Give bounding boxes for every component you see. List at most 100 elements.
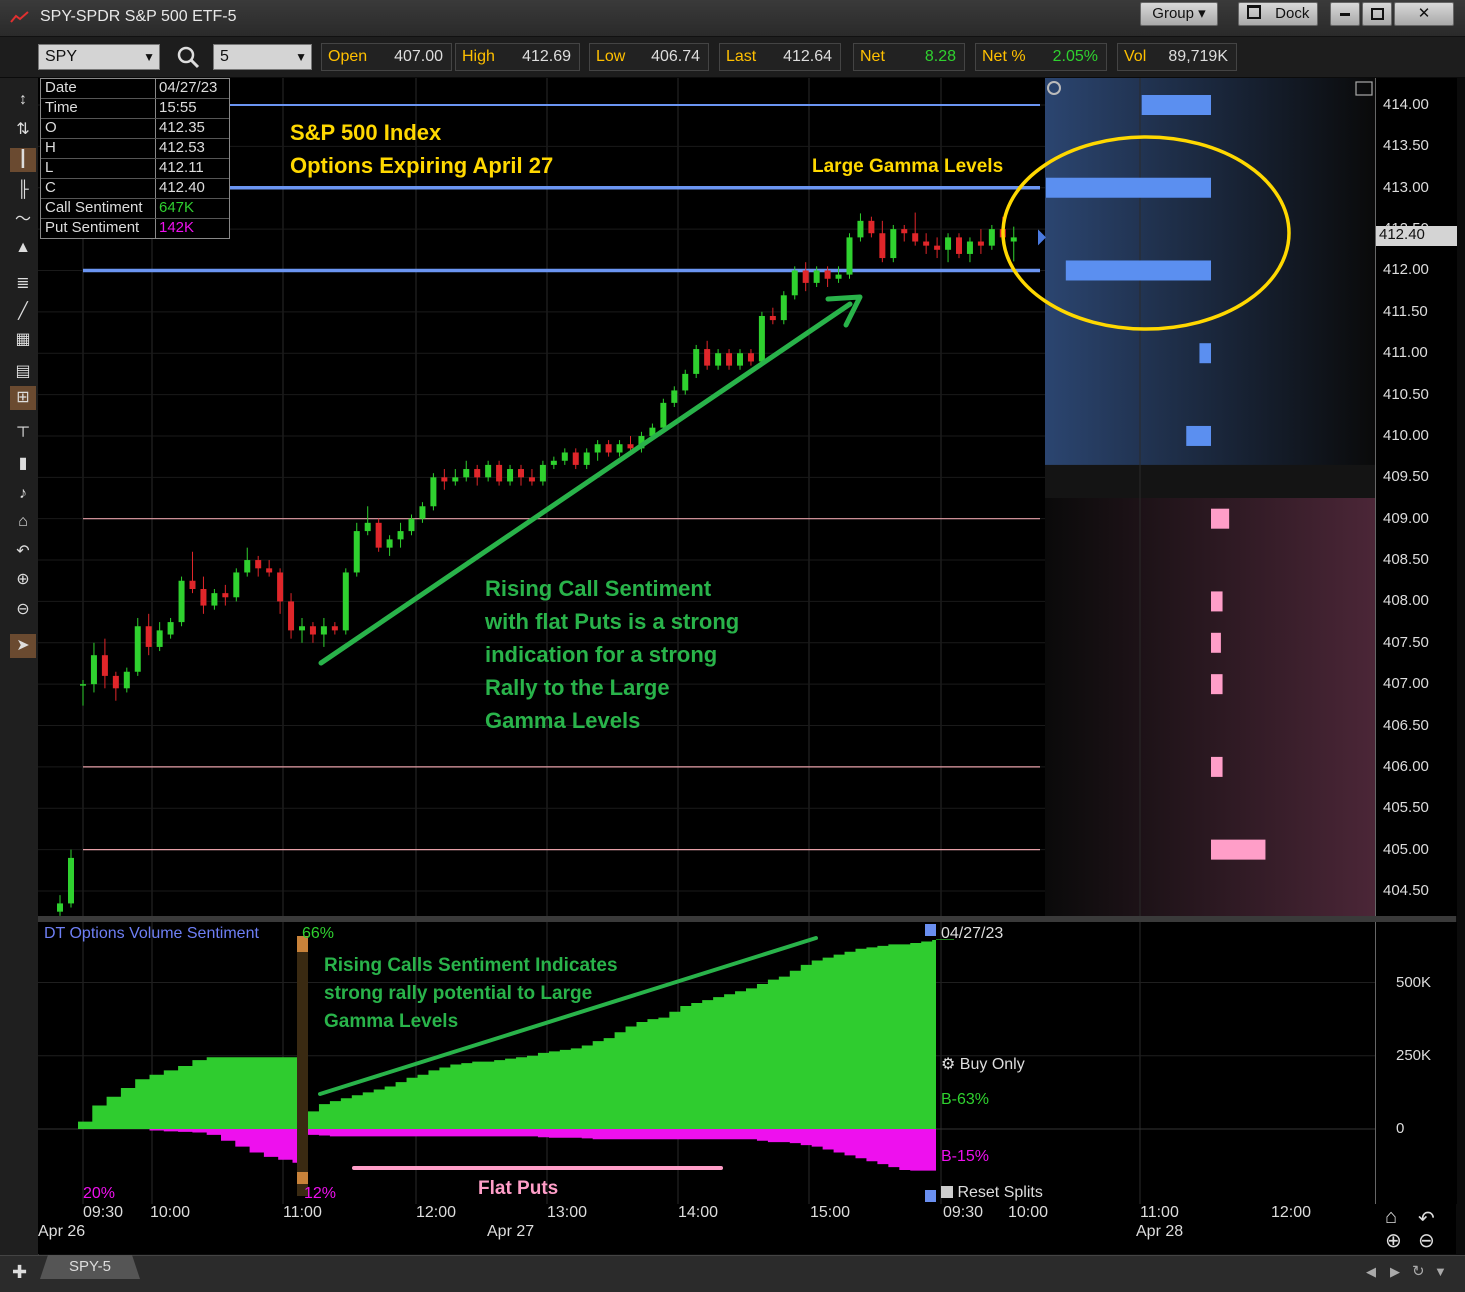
bar-tool-icon[interactable]: ╟ [10, 178, 36, 202]
candle-body [178, 580, 185, 623]
chevron-down-icon[interactable]: ▼ [295, 45, 307, 69]
buy-only-toggle[interactable]: ⚙ Buy Only [941, 1054, 1025, 1074]
pointer-icon[interactable]: ➤ [10, 634, 36, 658]
candle-body [408, 518, 415, 532]
candle-body [945, 237, 952, 250]
candle-body [802, 270, 809, 283]
home-icon[interactable]: ⌂ [1385, 1206, 1397, 1229]
cursor-tool-icon[interactable]: ↕ [10, 88, 36, 112]
sentiment-axis[interactable]: 500K 250K 0 [1375, 922, 1457, 1204]
note-tool-icon[interactable]: ♪ [10, 482, 36, 506]
minimize-button[interactable] [1330, 2, 1360, 26]
search-icon[interactable] [176, 45, 200, 69]
price-chart[interactable] [38, 78, 1375, 916]
mountain-chart-icon[interactable]: ▲ [10, 236, 36, 260]
group-button[interactable]: Group ▾ [1140, 2, 1218, 26]
databox-row: Call Sentiment 647K [41, 199, 229, 219]
zoom-out-icon[interactable]: ⊖ [1418, 1228, 1435, 1253]
symbol-input[interactable]: SPY ▼ [38, 44, 160, 70]
price-tick-label: 408.00 [1383, 592, 1429, 610]
bottom-bar: ✚ ◀ ▶ ↻ ▼ [0, 1255, 1465, 1292]
candle-body [452, 477, 459, 482]
candle-tool-icon[interactable]: ┃ [10, 148, 36, 172]
annotation-line: indication for a strong [485, 642, 718, 667]
quote-bar: SPY ▼ 5 ▼ Open 407.00 High 412.69 Low 406.74 … [0, 37, 1465, 77]
line-chart-icon[interactable]: 〜 [10, 208, 36, 232]
time-axis[interactable]: ⌂ ↶ ⊕ ⊖ 09:30 10:00 11:00 12:00 13:00 14:00 15… [38, 1204, 1456, 1254]
next-tab-icon[interactable]: ▶ [1390, 1264, 1400, 1280]
candle-body [550, 460, 557, 465]
maximize-button[interactable] [1362, 2, 1392, 26]
quote-field: Vol 89,719K [1117, 43, 1237, 71]
close-button[interactable]: ✕ [1394, 2, 1454, 26]
refresh-icon[interactable]: ↻ [1412, 1262, 1425, 1280]
quote-value: 412.69 [522, 48, 571, 65]
candle-body [80, 684, 86, 686]
candle-body [200, 589, 207, 606]
candle-body [561, 452, 568, 461]
price-tick-label: 411.00 [1383, 344, 1428, 362]
flat-puts-label: Flat Puts [478, 1178, 559, 1199]
put-gamma-bar [1211, 508, 1230, 529]
fib-tool-icon[interactable]: ≣ [10, 272, 36, 296]
chevron-down-icon[interactable]: ▼ [1434, 1264, 1447, 1279]
databox-row: C 412.40 [41, 179, 229, 199]
grid-tool-icon[interactable]: ▦ [10, 328, 36, 352]
annotation-line: Gamma Levels [485, 708, 641, 733]
sentiment-chart[interactable] [38, 922, 1375, 1204]
candle-body [112, 675, 119, 689]
annotation-line: strong rally potential to Large [324, 983, 593, 1004]
candle-body [956, 237, 962, 254]
quote-field: Low 406.74 [589, 43, 709, 71]
add-tab-icon[interactable]: ✚ [12, 1262, 27, 1283]
price-chart-panel[interactable] [38, 78, 1375, 916]
dock-button[interactable]: Dock [1238, 2, 1318, 26]
databox-value: 15:55 [159, 99, 197, 116]
candle-body [386, 539, 393, 548]
zoom-out-icon[interactable]: ⊖ [10, 598, 36, 622]
databox-row: H 412.53 [41, 139, 229, 159]
trendline-tool-icon[interactable]: ╱ [10, 300, 36, 324]
marker-tool-icon[interactable]: ▮ [10, 452, 36, 476]
layout-tool-icon[interactable]: ⊞ [10, 386, 36, 410]
undo-icon[interactable]: ↶ [10, 540, 36, 564]
crosshair-tool-icon[interactable]: ⇅ [10, 118, 36, 142]
zoom-in-icon[interactable]: ⊕ [1385, 1228, 1402, 1253]
annotation-line: Gamma Levels [324, 1011, 459, 1032]
hline-tool-icon[interactable]: ┬ [10, 416, 36, 440]
time-tick-label: 10:00 [150, 1204, 191, 1221]
reset-splits-button[interactable]: Reset Splits [941, 1184, 1043, 1202]
candle-body [912, 233, 919, 242]
candle-body [726, 353, 733, 366]
candle-body [320, 626, 327, 635]
zoom-in-icon[interactable]: ⊕ [10, 568, 36, 592]
price-tick-label: 409.50 [1383, 468, 1429, 486]
candle-body [693, 349, 700, 374]
candle-body [846, 237, 853, 275]
price-tick-label: 405.50 [1383, 799, 1429, 817]
candle-body [167, 622, 174, 635]
candle-body [616, 444, 623, 453]
tab-spy-5[interactable]: SPY-5 [40, 1255, 140, 1279]
candle-body [189, 580, 196, 590]
candle-body [780, 295, 787, 321]
chevron-down-icon[interactable]: ▼ [143, 45, 155, 69]
candle-body [977, 241, 984, 246]
prev-tab-icon[interactable]: ◀ [1366, 1264, 1376, 1280]
interval-select[interactable]: 5 ▼ [213, 44, 312, 70]
quote-value: 89,719K [1168, 48, 1228, 65]
quote-label: Low [596, 48, 626, 65]
candle-body [868, 220, 875, 234]
session-marker-bottom [297, 1172, 308, 1184]
price-tick-label: 413.00 [1383, 178, 1429, 196]
call-gamma-bar [1046, 177, 1211, 198]
gear-icon: ⚙ [941, 1056, 956, 1073]
candle-body [1010, 237, 1017, 242]
table-tool-icon[interactable]: ▤ [10, 360, 36, 384]
quote-value: 8.28 [924, 48, 956, 65]
home-icon[interactable]: ⌂ [10, 510, 36, 534]
sentiment-panel[interactable]: DT Options Volume Sentiment 66% 12% 20% … [38, 922, 1375, 1204]
price-axis[interactable]: 414.00413.50413.00412.50412.00411.50411.… [1375, 78, 1457, 916]
put-gamma-bar [1211, 756, 1223, 777]
price-tick-label: 407.00 [1383, 675, 1429, 693]
